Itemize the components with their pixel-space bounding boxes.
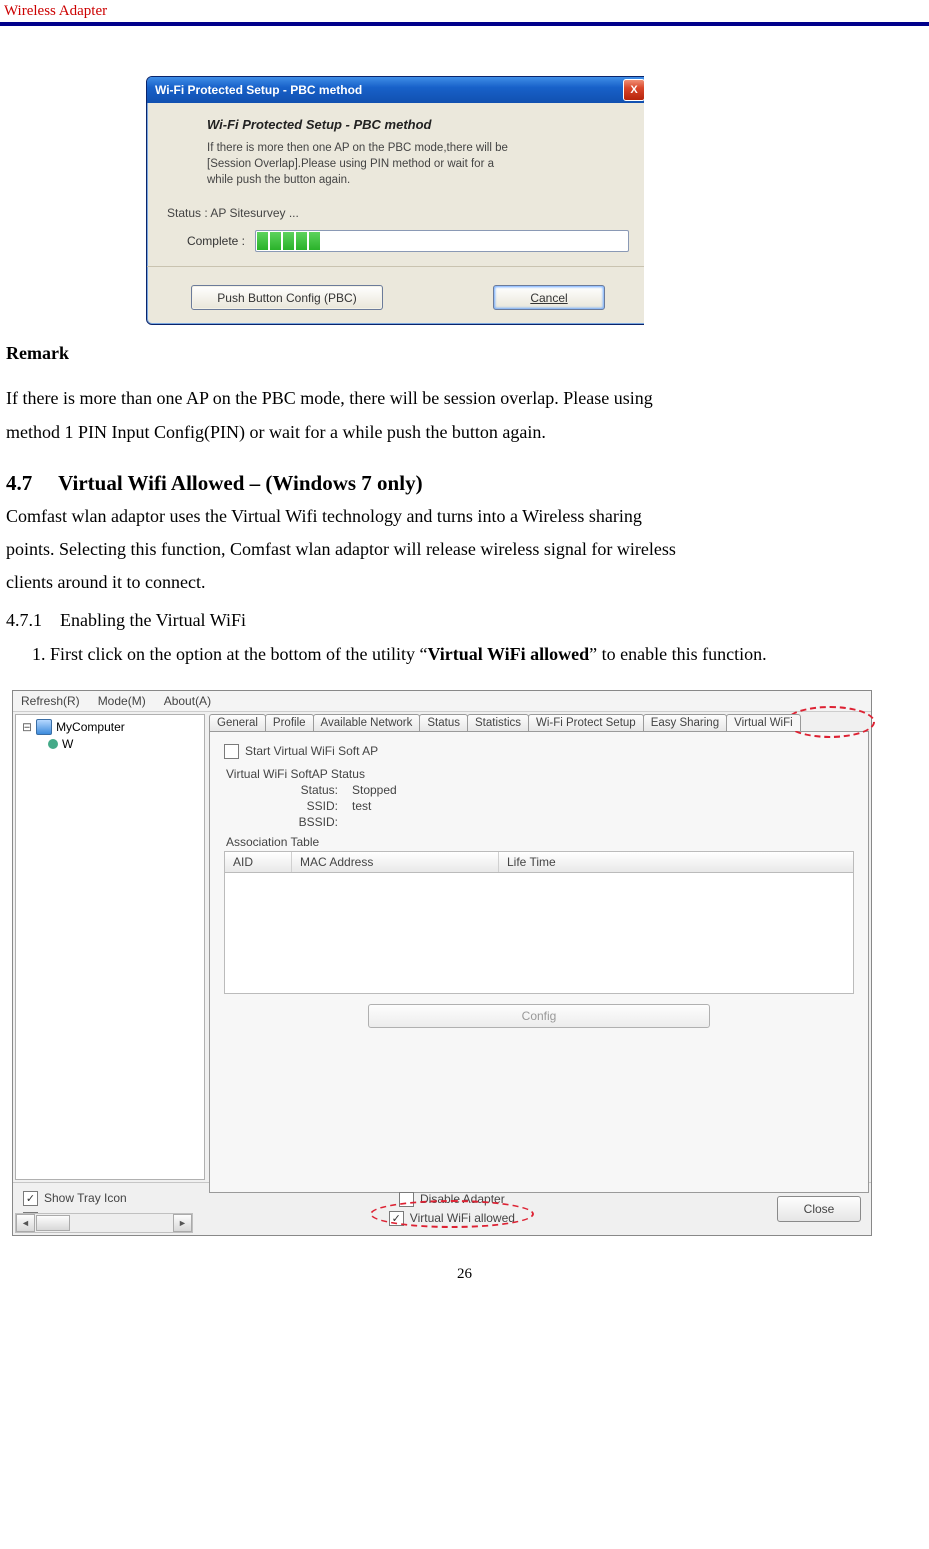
tab-wps[interactable]: Wi-Fi Protect Setup — [528, 714, 644, 731]
close-button[interactable]: Close — [777, 1196, 861, 1222]
config-button[interactable]: Config — [368, 1004, 710, 1028]
softap-status-grid: Status:Stopped SSID:test BSSID: — [284, 783, 854, 829]
page-number: 26 — [6, 1266, 923, 1283]
section-4-7-1-title: 4.7.1 Enabling the Virtual WiFi — [6, 604, 923, 637]
tab-profile[interactable]: Profile — [265, 714, 314, 731]
pbc-dialog-subtitle: Wi-Fi Protected Setup - PBC method — [207, 117, 629, 132]
tree-adapter[interactable]: W — [48, 737, 198, 751]
tab-easy-sharing[interactable]: Easy Sharing — [643, 714, 727, 731]
tab-bar: General Profile Available Network Status… — [209, 714, 869, 731]
association-table: Association Table AID MAC Address Life T… — [224, 835, 854, 994]
pbc-dialog-title: Wi-Fi Protected Setup - PBC method — [151, 83, 623, 97]
utility-window-figure: Refresh(R) Mode(M) About(A) ⊟ MyComputer… — [12, 690, 923, 1236]
pbc-complete-row: Complete : — [167, 230, 629, 252]
menu-mode[interactable]: Mode(M) — [98, 694, 146, 708]
checkbox-icon[interactable] — [224, 744, 239, 759]
device-tree[interactable]: ⊟ MyComputer W — [15, 714, 205, 1180]
pbc-progressbar — [255, 230, 629, 252]
association-table-title: Association Table — [226, 835, 854, 849]
pbc-dialog-desc: If there is more then one AP on the PBC … — [207, 140, 629, 188]
start-softap-row[interactable]: Start Virtual WiFi Soft AP — [224, 744, 854, 759]
utility-window: Refresh(R) Mode(M) About(A) ⊟ MyComputer… — [12, 690, 872, 1236]
checkbox-icon[interactable] — [399, 1192, 414, 1207]
close-icon[interactable]: X — [623, 79, 644, 101]
utility-footer: ✓ Show Tray Icon Radio Off Disable Adapt… — [13, 1182, 871, 1235]
section-4-7-title: 4.7 Virtual Wifi Allowed – (Windows 7 on… — [6, 471, 923, 496]
checkbox-icon[interactable]: ✓ — [23, 1191, 38, 1206]
pbc-complete-label: Complete : — [167, 234, 245, 248]
remark-line1: If there is more than one AP on the PBC … — [6, 382, 923, 415]
remark-line2: method 1 PIN Input Config(PIN) or wait f… — [6, 416, 923, 449]
softap-status-heading: Virtual WiFi SoftAP Status — [226, 767, 854, 781]
pbc-button[interactable]: Push Button Config (PBC) — [191, 285, 383, 310]
pbc-dialog-figure: Wi-Fi Protected Setup - PBC method X Wi-… — [146, 76, 923, 325]
pbc-dialog-window: Wi-Fi Protected Setup - PBC method X Wi-… — [146, 76, 644, 325]
col-aid: AID — [225, 852, 292, 872]
page-header: Wireless Adapter — [0, 0, 929, 26]
disable-adapter-row[interactable]: Disable Adapter — [399, 1192, 505, 1207]
tab-general[interactable]: General — [209, 714, 266, 731]
sec47-p1: Comfast wlan adaptor uses the Virtual Wi… — [6, 500, 923, 533]
cancel-button[interactable]: Cancel — [493, 285, 605, 310]
scroll-left-icon[interactable]: ◄ — [16, 1214, 35, 1232]
checkbox-icon[interactable]: ✓ — [389, 1211, 404, 1226]
utility-menubar: Refresh(R) Mode(M) About(A) — [13, 691, 871, 712]
association-table-body — [224, 873, 854, 994]
association-table-header: AID MAC Address Life Time — [224, 851, 854, 873]
scroll-thumb[interactable] — [36, 1215, 70, 1231]
tab-statistics[interactable]: Statistics — [467, 714, 529, 731]
computer-icon — [36, 719, 52, 735]
virtual-wifi-allowed-row[interactable]: ✓ Virtual WiFi allowed — [389, 1211, 515, 1226]
remark-heading: Remark — [6, 343, 923, 364]
show-tray-icon-row[interactable]: ✓ Show Tray Icon — [23, 1191, 127, 1206]
product-name: Wireless Adapter — [4, 3, 107, 20]
steps-list: First click on the option at the bottom … — [6, 639, 923, 670]
adapter-icon — [48, 739, 58, 749]
menu-refresh[interactable]: Refresh(R) — [21, 694, 80, 708]
step-1: First click on the option at the bottom … — [50, 639, 923, 670]
tree-root[interactable]: ⊟ MyComputer — [22, 719, 198, 735]
col-lifetime: Life Time — [499, 852, 853, 872]
tab-status[interactable]: Status — [419, 714, 468, 731]
tab-virtual-wifi[interactable]: Virtual WiFi — [726, 714, 801, 731]
page-body: Wi-Fi Protected Setup - PBC method X Wi-… — [0, 26, 929, 1303]
pbc-status: Status : AP Sitesurvey ... — [167, 206, 629, 220]
sec47-p3: clients around it to connect. — [6, 566, 923, 599]
tab-available-network[interactable]: Available Network — [313, 714, 421, 731]
menu-about[interactable]: About(A) — [164, 694, 211, 708]
virtual-wifi-panel: Start Virtual WiFi Soft AP Virtual WiFi … — [209, 731, 869, 1193]
col-mac: MAC Address — [292, 852, 499, 872]
pbc-dialog-titlebar: Wi-Fi Protected Setup - PBC method X — [147, 77, 644, 103]
sec47-p2: points. Selecting this function, Comfast… — [6, 533, 923, 566]
